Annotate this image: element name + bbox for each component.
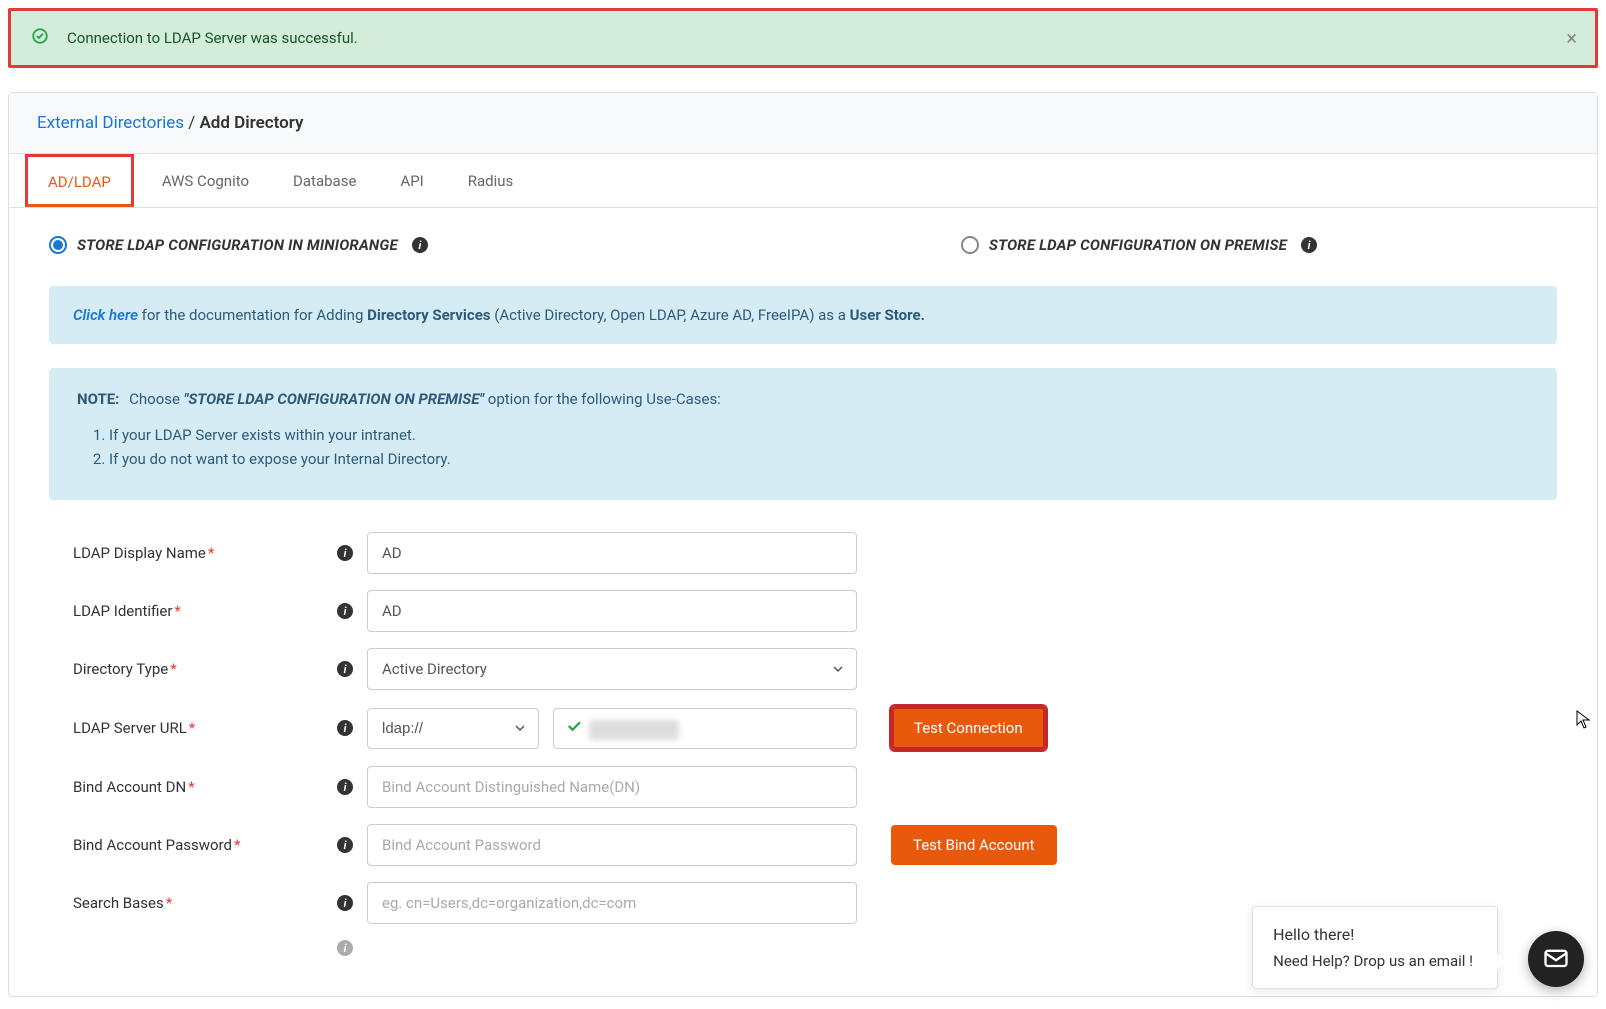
info-icon[interactable]: i: [337, 895, 353, 911]
documentation-box: Click here for the documentation for Add…: [49, 286, 1557, 344]
bind-password-input[interactable]: [367, 824, 857, 866]
note-list: If your LDAP Server exists within your i…: [109, 426, 1529, 468]
search-bases-input[interactable]: [367, 882, 857, 924]
radio-icon: [49, 236, 67, 254]
alert-success: Connection to LDAP Server was successful…: [8, 8, 1598, 68]
radio-icon: [961, 236, 979, 254]
directory-type-select[interactable]: Active Directory: [367, 648, 857, 690]
info-icon[interactable]: i: [337, 940, 353, 956]
note-box: NOTE: Choose "STORE LDAP CONFIGURATION O…: [49, 368, 1557, 500]
list-item: If you do not want to expose your Intern…: [109, 450, 1529, 468]
field-bind-password: Bind Account Password* i Test Bind Accou…: [49, 824, 1557, 866]
ldap-identifier-input[interactable]: [367, 590, 857, 632]
info-icon[interactable]: i: [337, 837, 353, 853]
tab-database[interactable]: Database: [277, 154, 372, 207]
radio-store-miniorange[interactable]: STORE LDAP CONFIGURATION IN MINIORANGE i: [49, 236, 428, 254]
chat-fab-button[interactable]: [1528, 931, 1584, 987]
breadcrumb-link[interactable]: External Directories: [37, 113, 184, 133]
radio-store-onpremise[interactable]: STORE LDAP CONFIGURATION ON PREMISE i: [961, 236, 1317, 254]
info-icon[interactable]: i: [337, 779, 353, 795]
ldap-display-name-input[interactable]: [367, 532, 857, 574]
tab-ad-ldap[interactable]: AD/LDAP: [25, 154, 134, 207]
breadcrumb-current: Add Directory: [199, 113, 303, 133]
field-server-url: LDAP Server URL* i ldap:// Test Connecti…: [49, 706, 1557, 750]
bind-dn-input[interactable]: [367, 766, 857, 808]
chat-tooltip: Hello there! Need Help? Drop us an email…: [1252, 906, 1498, 989]
info-icon[interactable]: i: [337, 661, 353, 677]
field-directory-type: Directory Type* i Active Directory: [49, 648, 1557, 690]
config-location-radio-group: STORE LDAP CONFIGURATION IN MINIORANGE i…: [49, 232, 1557, 258]
protocol-select[interactable]: ldap://: [367, 708, 539, 749]
test-connection-button[interactable]: Test Connection: [891, 706, 1046, 750]
tab-radius[interactable]: Radius: [452, 154, 530, 207]
info-icon[interactable]: i: [337, 545, 353, 561]
close-icon[interactable]: ×: [1566, 26, 1577, 50]
alert-text: Connection to LDAP Server was successful…: [67, 29, 358, 47]
info-icon[interactable]: i: [1301, 237, 1317, 253]
list-item: If your LDAP Server exists within your i…: [109, 426, 1529, 444]
doc-link[interactable]: Click here: [73, 306, 138, 324]
redacted-value: [589, 720, 679, 740]
info-icon[interactable]: i: [412, 237, 428, 253]
field-display-name: LDAP Display Name* i: [49, 532, 1557, 574]
info-icon[interactable]: i: [337, 603, 353, 619]
check-icon: [565, 717, 583, 739]
field-identifier: LDAP Identifier* i: [49, 590, 1557, 632]
info-icon[interactable]: i: [337, 720, 353, 736]
tab-api[interactable]: API: [384, 154, 439, 207]
field-bind-dn: Bind Account DN* i: [49, 766, 1557, 808]
tabs: AD/LDAP AWS Cognito Database API Radius: [9, 154, 1597, 208]
tab-aws-cognito[interactable]: AWS Cognito: [146, 154, 265, 207]
content: STORE LDAP CONFIGURATION IN MINIORANGE i…: [9, 208, 1597, 996]
check-circle-icon: [31, 27, 49, 49]
test-bind-button[interactable]: Test Bind Account: [891, 825, 1057, 865]
cursor-icon: [1576, 710, 1592, 735]
main-panel: External Directories / Add Directory AD/…: [8, 92, 1598, 997]
breadcrumb: External Directories / Add Directory: [9, 93, 1597, 154]
